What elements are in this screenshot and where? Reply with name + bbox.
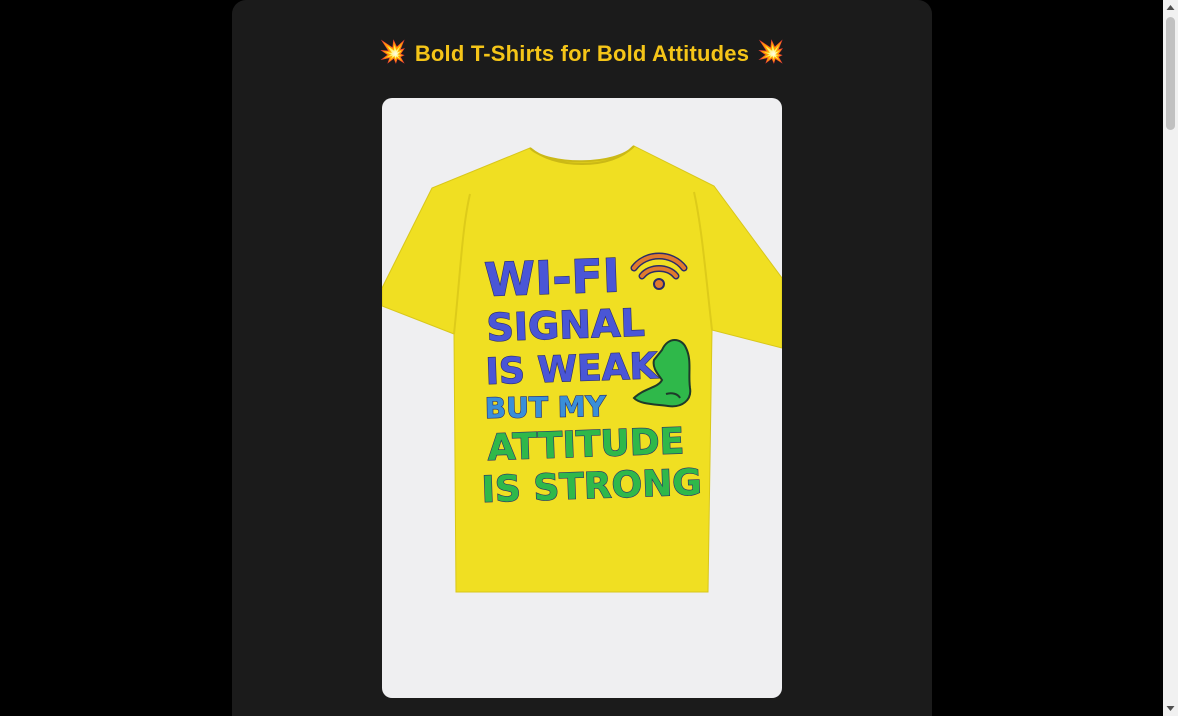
product-card: 💥 Bold T-Shirts for Bold Attitudes 💥 WI-FI…: [232, 0, 932, 716]
print-line-4: BUT MY: [485, 390, 607, 425]
print-line-5: ATTITUDE: [487, 421, 685, 469]
print-line-2: SIGNAL: [486, 301, 646, 350]
tshirt-illustration: WI-FI SIGNAL IS WEAK BUT MY ATTITUDE IS …: [382, 145, 782, 593]
scrollbar-thumb[interactable]: [1166, 17, 1175, 130]
chevron-down-icon[interactable]: [1163, 701, 1178, 716]
page-title: 💥 Bold T-Shirts for Bold Attitudes 💥: [232, 38, 932, 69]
print-line-3: IS WEAK: [485, 346, 659, 393]
collision-emoji-icon: 💥: [757, 39, 785, 65]
collision-emoji-icon: 💥: [379, 39, 407, 65]
vertical-scrollbar[interactable]: [1163, 0, 1178, 716]
print-line-6: IS STRONG: [481, 462, 703, 511]
page-title-text: Bold T-Shirts for Bold Attitudes: [414, 41, 750, 67]
product-image[interactable]: WI-FI SIGNAL IS WEAK BUT MY ATTITUDE IS …: [382, 98, 782, 698]
chevron-up-icon[interactable]: [1163, 0, 1178, 15]
page-viewport: 💥 Bold T-Shirts for Bold Attitudes 💥 WI-FI…: [0, 0, 1178, 716]
print-line-1: WI-FI: [483, 248, 620, 307]
